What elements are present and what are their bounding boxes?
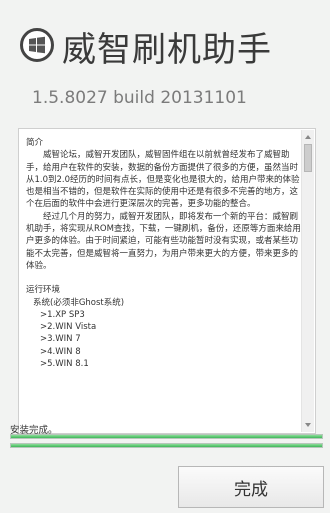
os-item: >4.WIN 8 [40, 346, 81, 357]
os-item: >1.XP SP3 [40, 309, 85, 320]
intro-heading: 简介 [26, 138, 44, 148]
app-title: 威智刷机助手 [62, 30, 272, 70]
scroll-up-arrow-icon[interactable] [305, 135, 311, 139]
requirements-heading: 运行环境 [26, 285, 61, 296]
finish-button[interactable]: 完成 [178, 466, 324, 508]
install-progress-bar [10, 434, 323, 439]
intro-paragraph-1: 威智论坛，威智开发团队，威智固件组在以前就曾经发布了威智助手，给用户在软件的安装… [26, 150, 300, 210]
system-requirement: 系统(必须非Ghost系统) [33, 297, 125, 308]
scroll-down-arrow-icon[interactable] [305, 423, 311, 427]
version-text: 1.5.8027 build 20131101 [32, 88, 247, 108]
os-item: >3.WIN 7 [40, 334, 81, 345]
intro-paragraph-2: 经过几个月的努力，威智开发团队，即将发布一个新的平台：威智刷机助手，将实现从RO… [26, 211, 301, 271]
os-item: >5.WIN 8.1 [40, 359, 89, 370]
info-text-panel[interactable]: 简介 威智论坛，威智开发团队，威智固件组在以前就曾经发布了威智助手，给用户在软件… [18, 128, 316, 434]
total-progress-bar [10, 443, 323, 448]
os-item: >2.WIN Vista [40, 322, 97, 333]
progress-fill [11, 444, 322, 447]
scroll-thumb[interactable] [304, 144, 312, 172]
vertical-scrollbar[interactable] [301, 130, 314, 432]
header: 威智刷机助手 1.5.8027 build 20131101 [0, 0, 330, 120]
progress-fill [11, 435, 322, 438]
info-text-content: 简介 威智论坛，威智开发团队，威智固件组在以前就曾经发布了威智助手，给用户在软件… [26, 137, 301, 370]
windows-logo-icon [20, 28, 54, 62]
